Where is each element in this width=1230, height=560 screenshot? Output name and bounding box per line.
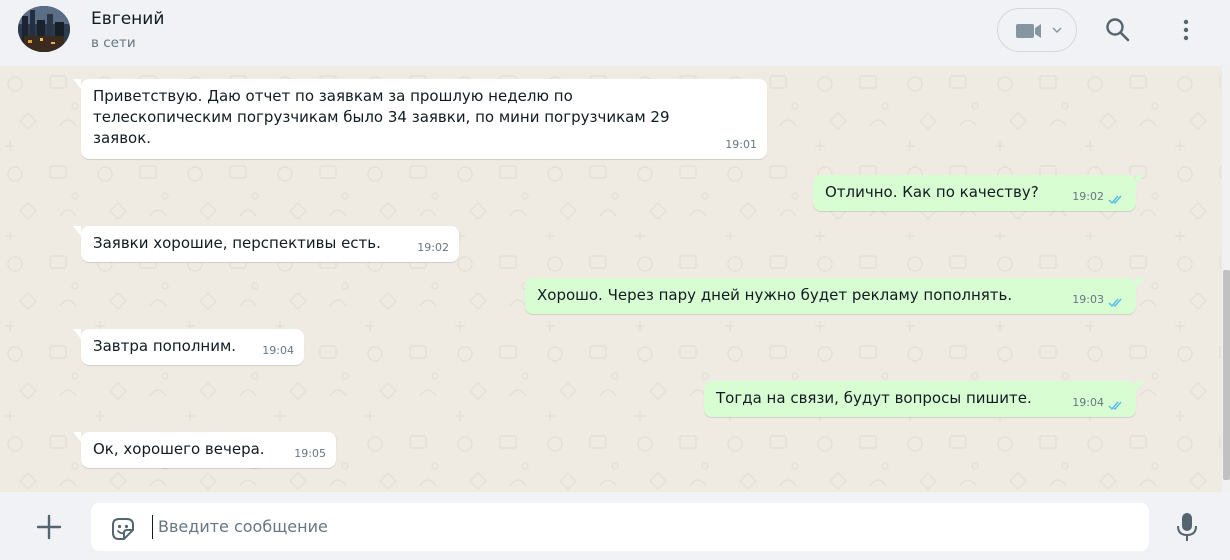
- message-time: 19:05: [294, 447, 326, 460]
- contact-status: в сети: [91, 35, 136, 51]
- message-bubble-outgoing[interactable]: Отлично. Как по качеству? 19:02: [813, 175, 1144, 211]
- message-text: заявок.: [93, 129, 152, 147]
- bubble-tail: [1136, 175, 1144, 185]
- avatar-image: [18, 6, 70, 52]
- message-time: 19:03: [1072, 293, 1104, 306]
- message-time: 19:02: [417, 241, 449, 254]
- contact-avatar[interactable]: [18, 6, 70, 52]
- message-bubble-incoming[interactable]: Приветствую. Даю отчет по заявкам за про…: [73, 79, 767, 159]
- bubble-tail: [1136, 381, 1144, 391]
- message-bubble-outgoing[interactable]: Хорошо. Через пару дней нужно будет рекл…: [525, 278, 1144, 314]
- bubble-tail: [73, 226, 81, 236]
- message-time: 19:02: [1072, 190, 1104, 203]
- video-call-button[interactable]: [997, 8, 1077, 52]
- message-text: телескопическим погрузчикам было 34 заяв…: [93, 108, 670, 126]
- message-bubble-outgoing[interactable]: Тогда на связи, будут вопросы пишите. 19…: [704, 381, 1144, 417]
- read-receipt-icon: [1108, 298, 1122, 308]
- search-icon[interactable]: [1104, 16, 1132, 44]
- read-receipt-icon: [1108, 401, 1122, 411]
- contact-name[interactable]: Евгений: [91, 9, 164, 29]
- menu-dots-icon[interactable]: [1174, 16, 1198, 44]
- bubble-tail: [73, 432, 81, 442]
- message-time: 19:04: [262, 344, 294, 357]
- message-bubble-incoming[interactable]: Заявки хорошие, перспективы есть. 19:02: [73, 226, 459, 262]
- scrollbar-thumb[interactable]: [1223, 270, 1230, 480]
- message-input[interactable]: Введите сообщение: [91, 503, 1149, 551]
- bubble-tail: [1136, 278, 1144, 288]
- message-text: Приветствую. Даю отчет по заявкам за про…: [93, 87, 573, 105]
- microphone-icon[interactable]: [1176, 512, 1198, 542]
- chat-header: Евгений в сети: [0, 0, 1230, 66]
- message-bubble-incoming[interactable]: Завтра пополним. 19:04: [73, 329, 304, 365]
- bubble-tail: [73, 329, 81, 339]
- message-text: Ок, хорошего вечера.: [93, 440, 265, 458]
- sticker-emoji-icon[interactable]: [109, 515, 137, 543]
- message-list[interactable]: Приветствую. Даю отчет по заявкам за про…: [0, 66, 1222, 492]
- read-receipt-icon: [1108, 195, 1122, 205]
- message-text: Заявки хорошие, перспективы есть.: [93, 234, 381, 252]
- message-time: 19:01: [725, 138, 757, 151]
- text-caret: [152, 515, 153, 539]
- message-text: Хорошо. Через пару дней нужно будет рекл…: [537, 286, 1013, 304]
- message-text: Тогда на связи, будут вопросы пишите.: [716, 389, 1032, 407]
- composer-bar: Введите сообщение: [0, 492, 1230, 560]
- message-bubble-incoming[interactable]: Ок, хорошего вечера. 19:05: [73, 432, 336, 468]
- plus-icon[interactable]: [36, 514, 62, 540]
- message-input-placeholder: Введите сообщение: [158, 517, 328, 536]
- chevron-down-icon: [1052, 27, 1062, 33]
- message-time: 19:04: [1072, 396, 1104, 409]
- video-camera-icon: [1016, 24, 1041, 38]
- bubble-tail: [73, 79, 81, 89]
